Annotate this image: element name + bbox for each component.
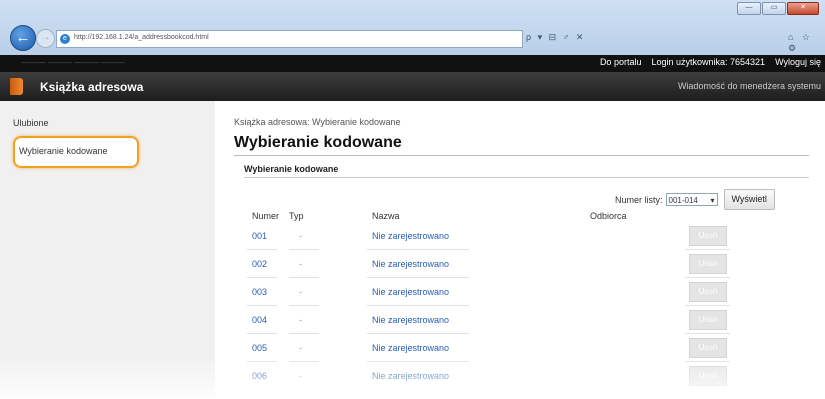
row-name-link[interactable]: Nie zarejestrowano (372, 287, 449, 297)
sidebar-item-coded-dial[interactable]: Wybieranie kodowane (13, 136, 139, 168)
divider (685, 333, 730, 334)
delete-button[interactable]: Usuń (689, 254, 727, 274)
delete-button[interactable]: Usuń (689, 338, 727, 358)
forward-button[interactable]: → (36, 29, 55, 48)
divider (289, 333, 319, 334)
column-header-recipient: Odbiorca (590, 211, 627, 221)
delete-button[interactable]: Usuń (689, 226, 727, 246)
row-name-link[interactable]: Nie zarejestrowano (372, 371, 449, 381)
divider (247, 305, 277, 306)
main-content: Książka adresowa: Wybieranie kodowane Wy… (215, 101, 825, 399)
row-number-link[interactable]: 001 (252, 231, 267, 241)
table-row: 006 - Nie zarejestrowano Usuń (215, 363, 825, 391)
browser-chrome: — ▭ ✕ ← → e http://192.168.1.24/a_addres… (0, 0, 825, 55)
section-heading: Wybieranie kodowane (244, 164, 339, 174)
table-row: 001 - Nie zarejestrowano Usuń (215, 223, 825, 251)
column-header-number: Numer (252, 211, 280, 221)
row-type: - (299, 315, 302, 325)
divider (685, 249, 730, 250)
browser-toolbar-icons[interactable]: ⌂ ☆ ⚙ (788, 32, 825, 54)
row-type: - (299, 231, 302, 241)
list-number-value: 001-014 (668, 196, 698, 205)
row-number-link[interactable]: 004 (252, 315, 267, 325)
page-icon: e (60, 34, 70, 44)
column-header-name: Nazwa (372, 211, 400, 221)
list-number-label: Numer listy: (615, 194, 663, 205)
logout-link[interactable]: Wyloguj się (775, 57, 821, 67)
delete-button[interactable]: Usuń (689, 282, 727, 302)
divider (289, 361, 319, 362)
message-to-admin-link[interactable]: Wiadomość do menedżera systemu (678, 81, 821, 91)
table-row: 003 - Nie zarejestrowano Usuń (215, 279, 825, 307)
row-number-link[interactable]: 003 (252, 287, 267, 297)
row-number-link[interactable]: 005 (252, 343, 267, 353)
title-bar: Książka adresowa Wiadomość do menedżera … (0, 72, 825, 101)
divider (367, 361, 469, 362)
delete-button[interactable]: Usuń (689, 310, 727, 330)
divider (685, 277, 730, 278)
minimize-button[interactable]: — (737, 2, 761, 15)
row-type: - (299, 371, 302, 381)
divider (367, 277, 469, 278)
divider (367, 305, 469, 306)
portal-link[interactable]: Do portalu (600, 57, 642, 67)
device-name: ——— ——— ——— ——— (22, 58, 125, 67)
list-controls: Numer listy: 001-014 ▾ Wyświetl (615, 189, 775, 210)
row-name-link[interactable]: Nie zarejestrowano (372, 231, 449, 241)
close-button[interactable]: ✕ (787, 2, 819, 15)
main-heading: Wybieranie kodowane (234, 134, 402, 151)
row-number-link[interactable]: 006 (252, 371, 267, 381)
page-title: Książka adresowa (40, 80, 144, 94)
login-label: Login użytkownika: 7654321 (651, 57, 766, 67)
back-button[interactable]: ← (10, 25, 36, 51)
divider (289, 249, 319, 250)
divider (367, 249, 469, 250)
sidebar-item-label: Wybieranie kodowane (19, 146, 108, 156)
row-name-link[interactable]: Nie zarejestrowano (372, 343, 449, 353)
url-text: http://192.168.1.24/a_addressbookcod.htm… (74, 34, 209, 41)
window-controls: — ▭ ✕ (737, 2, 819, 15)
show-button[interactable]: Wyświetl (723, 189, 775, 210)
divider (289, 305, 319, 306)
sidebar-item-favorites[interactable]: Ulubione (13, 118, 49, 128)
address-tools-icons[interactable]: ρ ▾ ⊟ ♂ ✕ (526, 32, 585, 43)
table-row: 005 - Nie zarejestrowano Usuń (215, 335, 825, 363)
section-divider (244, 177, 809, 178)
divider (247, 277, 277, 278)
table-row: 004 - Nie zarejestrowano Usuń (215, 307, 825, 335)
sidebar: Ulubione Wybieranie kodowane (0, 101, 215, 399)
maximize-button[interactable]: ▭ (762, 2, 786, 15)
row-type: - (299, 343, 302, 353)
row-number-link[interactable]: 002 (252, 259, 267, 269)
divider (247, 361, 277, 362)
list-number-select[interactable]: 001-014 ▾ (665, 193, 718, 206)
divider (247, 249, 277, 250)
chevron-down-icon: ▾ (710, 196, 715, 205)
table-header: Numer Typ Nazwa Odbiorca (215, 211, 825, 221)
divider (685, 361, 730, 362)
row-name-link[interactable]: Nie zarejestrowano (372, 259, 449, 269)
divider (685, 305, 730, 306)
divider (247, 333, 277, 334)
breadcrumb: Książka adresowa: Wybieranie kodowane (234, 117, 401, 127)
delete-button[interactable]: Usuń (689, 366, 727, 386)
address-bar[interactable]: e http://192.168.1.24/a_addressbookcod.h… (56, 30, 523, 48)
column-header-type: Typ (289, 211, 304, 221)
divider (367, 333, 469, 334)
row-type: - (299, 287, 302, 297)
divider (289, 277, 319, 278)
row-name-link[interactable]: Nie zarejestrowano (372, 315, 449, 325)
heading-divider (234, 155, 809, 156)
top-links: Do portalu Login użytkownika: 7654321 Wy… (600, 57, 821, 67)
address-book-icon (10, 78, 23, 95)
row-type: - (299, 259, 302, 269)
top-bar: ——— ——— ——— ——— Do portalu Login użytkow… (0, 55, 825, 72)
table-row: 002 - Nie zarejestrowano Usuń (215, 251, 825, 279)
